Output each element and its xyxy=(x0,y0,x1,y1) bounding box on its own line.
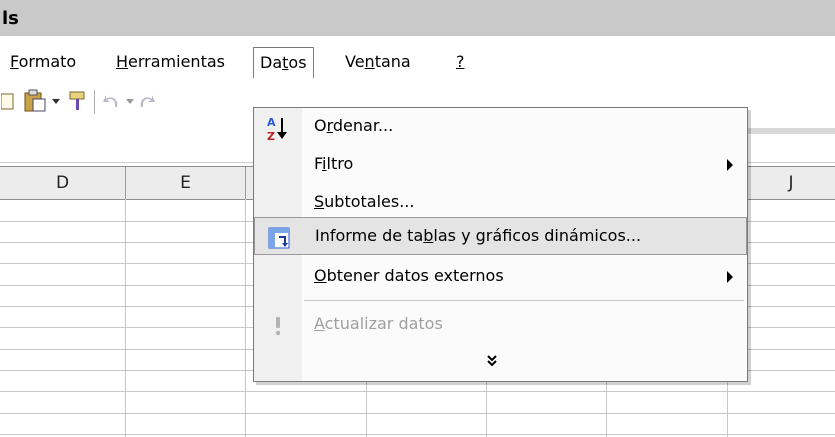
grid-col-line xyxy=(125,199,126,437)
paste-dropdown-icon[interactable] xyxy=(50,88,62,114)
redo-icon[interactable] xyxy=(138,88,156,114)
datos-menu: A Z Ordenar... Filtro Subtotales... Info… xyxy=(253,107,748,382)
svg-text:A: A xyxy=(267,116,276,129)
pivot-table-icon xyxy=(265,224,293,252)
menu-bar: Formato Herramientas Datos Ventana ? xyxy=(0,42,835,80)
menu-datos[interactable]: Datos xyxy=(253,47,314,78)
copy-icon[interactable] xyxy=(0,88,16,114)
menu-item-actualizar-datos[interactable]: Actualizar datos xyxy=(254,306,747,344)
grid-col-line xyxy=(245,199,246,437)
refresh-exclamation-icon xyxy=(264,312,292,340)
menu-item-label: Actualizar datos xyxy=(314,314,443,333)
column-header-d[interactable]: D xyxy=(0,167,126,199)
chevron-double-down-icon[interactable] xyxy=(479,350,505,372)
column-header-e[interactable]: E xyxy=(126,167,246,199)
column-header-j[interactable]: J xyxy=(746,167,835,199)
window-title: ls xyxy=(2,8,19,29)
menu-separator xyxy=(304,300,744,301)
undo-icon[interactable] xyxy=(100,88,124,114)
svg-text:Z: Z xyxy=(267,130,275,142)
undo-dropdown-icon[interactable] xyxy=(124,88,136,114)
format-painter-icon[interactable] xyxy=(66,88,90,114)
title-bar: ls xyxy=(0,0,835,36)
menu-item-label: Informe de tablas y gráficos dinámicos..… xyxy=(315,226,642,245)
menu-item-obtener-datos-externos[interactable]: Obtener datos externos xyxy=(254,258,747,296)
formula-strip xyxy=(740,128,835,134)
sort-az-icon: A Z xyxy=(264,114,292,142)
menu-item-informe-tablas-dinamicas[interactable]: Informe de tablas y gráficos dinámicos..… xyxy=(254,217,747,255)
menu-item-label: Subtotales... xyxy=(314,192,415,211)
toolbar-separator xyxy=(94,90,95,114)
menu-ventana[interactable]: Ventana xyxy=(339,49,417,75)
submenu-arrow-icon xyxy=(727,271,733,283)
submenu-arrow-icon xyxy=(727,159,733,171)
menu-herramientas[interactable]: Herramientas xyxy=(110,49,231,75)
menu-help[interactable]: ? xyxy=(450,49,471,75)
menu-item-label: Obtener datos externos xyxy=(314,266,504,285)
menu-item-filtro[interactable]: Filtro xyxy=(254,146,747,184)
menu-item-label: Filtro xyxy=(314,154,354,173)
menu-item-label: Ordenar... xyxy=(314,116,394,135)
menu-item-ordenar[interactable]: A Z Ordenar... xyxy=(254,108,747,146)
paste-icon[interactable] xyxy=(22,88,48,114)
menu-formato[interactable]: Formato xyxy=(4,49,82,75)
